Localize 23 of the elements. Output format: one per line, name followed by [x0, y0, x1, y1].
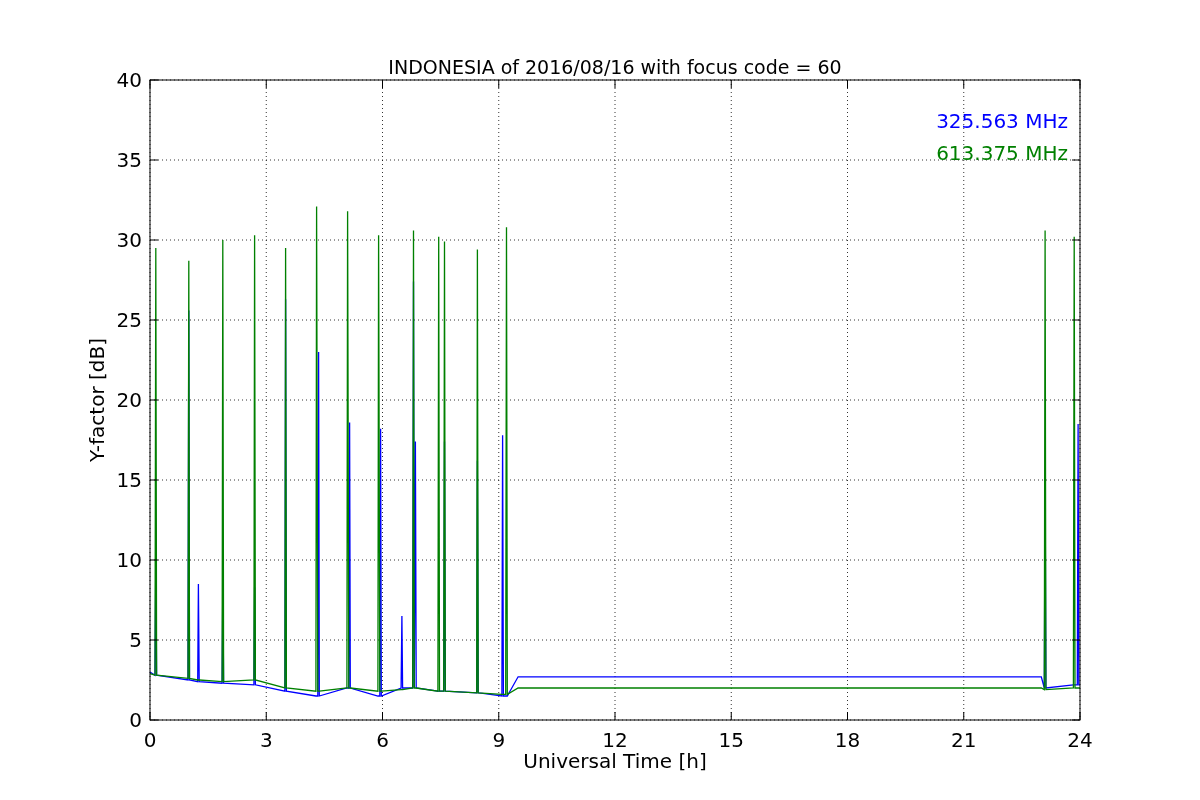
y-tick-label: 15 [116, 468, 142, 492]
y-tick-label: 30 [116, 228, 142, 252]
y-tick-label: 40 [116, 68, 142, 92]
y-tick-label: 20 [116, 388, 142, 412]
legend-label: 613.375 MHz [936, 141, 1068, 165]
x-tick-label: 0 [143, 728, 157, 752]
chart-title: INDONESIA of 2016/08/16 with focus code = 60 [388, 56, 842, 78]
y-axis-label: Y-factor [dB] [85, 338, 109, 462]
y-tick-label: 0 [129, 708, 142, 732]
x-tick-label: 6 [376, 728, 389, 752]
x-tick-label: 21 [951, 728, 977, 752]
x-tick-label: 15 [718, 728, 744, 752]
y-tick-label: 5 [129, 628, 142, 652]
x-tick-label: 3 [259, 728, 273, 752]
y-tick-label: 35 [116, 148, 142, 172]
x-axis-label: Universal Time [h] [523, 749, 707, 773]
y-tick-label: 25 [116, 308, 142, 332]
y-tick-label: 10 [116, 548, 142, 572]
x-tick-label: 12 [602, 728, 628, 752]
legend-label: 325.563 MHz [936, 109, 1068, 133]
x-tick-label: 24 [1067, 728, 1093, 752]
x-tick-label: 18 [834, 728, 861, 752]
x-tick-label: 9 [492, 728, 506, 752]
